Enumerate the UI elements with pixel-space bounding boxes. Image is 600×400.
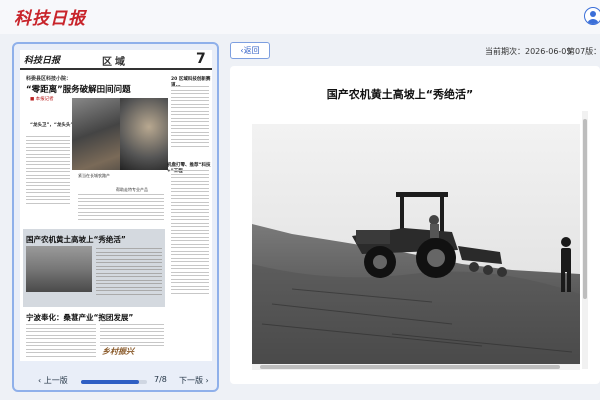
avatar-head xyxy=(590,11,596,17)
page-pager: ‹ 上一版 7/8 下一版 › xyxy=(20,374,212,390)
thumbnail-section-title: 区域 xyxy=(102,57,128,68)
thumbnail-text-block xyxy=(100,324,164,349)
avatar-body xyxy=(587,19,599,24)
site-logo[interactable]: 科技日报 xyxy=(14,4,86,29)
thumbnail-text-block xyxy=(171,170,209,296)
horizontal-scroll-thumb[interactable] xyxy=(260,365,560,369)
thumbnail-text-block xyxy=(96,248,162,297)
thumbnail-masthead: 科技日报 区域 7 xyxy=(20,50,212,70)
horizontal-scrollbar[interactable] xyxy=(252,364,580,370)
next-page-label: 下一版 xyxy=(179,376,203,385)
page-progress-fill xyxy=(81,380,139,384)
back-button[interactable]: ‹返回 xyxy=(230,42,270,59)
page-thumbnail-panel: 科技日报 区域 7 科委县区科技小院： “零距离”服务破解田间问题 ■ 本报记者… xyxy=(12,42,219,392)
thumbnail-rural-revival-art: 乡村振兴 xyxy=(102,347,134,356)
prev-page-label: 上一版 xyxy=(43,376,68,385)
prev-page-button[interactable]: ‹ 上一版 xyxy=(38,375,68,386)
vertical-scroll-thumb[interactable] xyxy=(583,119,587,299)
thumbnail-subhead: “龙头卫”，“龙头头” xyxy=(30,123,74,128)
thumbnail-photo-tractor xyxy=(26,246,92,292)
current-issue-date: 当前期次：2026-06-05 xyxy=(485,47,572,56)
vertical-scrollbar[interactable] xyxy=(582,111,588,369)
thumbnail-paper-logo: 科技日报 xyxy=(24,56,61,66)
page-indicator: 7/8 xyxy=(154,375,167,384)
thumbnail-caption-2: 帮助走特专业产品 xyxy=(116,187,148,192)
thumbnail-caption-1: 紧当在长城农路产 xyxy=(78,173,110,178)
article-title: 国产农机黄土高坡上“秀绝活” xyxy=(326,88,474,101)
thumbnail-highlighted-title[interactable]: 国产农机黄土高坡上“秀绝活” xyxy=(26,234,126,245)
thumbnail-kicker: 科委县区科技小院： xyxy=(26,76,72,82)
thumbnail-photo-hands-closeup xyxy=(120,98,168,170)
back-label: 返回 xyxy=(243,46,260,55)
newspaper-page-thumbnail[interactable]: 科技日报 区域 7 科委县区科技小院： “零距离”服务破解田间问题 ■ 本报记者… xyxy=(20,50,212,361)
thumbnail-text-block xyxy=(78,194,164,222)
user-avatar-icon[interactable] xyxy=(584,7,600,25)
thumbnail-text-block xyxy=(26,136,70,206)
chevron-right-icon: › xyxy=(203,376,209,385)
current-page-label: 第07版：区 xyxy=(567,47,600,56)
page-progress-bar[interactable] xyxy=(81,380,147,384)
tractor-photo xyxy=(252,124,580,364)
tractor-photo-illustration xyxy=(252,124,580,364)
thumbnail-page-number: 7 xyxy=(196,51,206,67)
top-bar: 科技日报 xyxy=(0,0,600,34)
article-viewer: 国产农机黄土高坡上“秀绝活” xyxy=(230,66,600,384)
next-page-button[interactable]: 下一版 › xyxy=(179,375,209,386)
thumbnail-text-block xyxy=(171,86,209,149)
thumbnail-headline-2[interactable]: 宁波奉化：桑葚产业“抱团发展” xyxy=(26,312,133,323)
thumbnail-text-block xyxy=(26,324,96,359)
thumbnail-headline-1[interactable]: “零距离”服务破解田间问题 xyxy=(26,83,131,95)
thumbnail-byline: ■ 本报记者 xyxy=(30,97,54,102)
